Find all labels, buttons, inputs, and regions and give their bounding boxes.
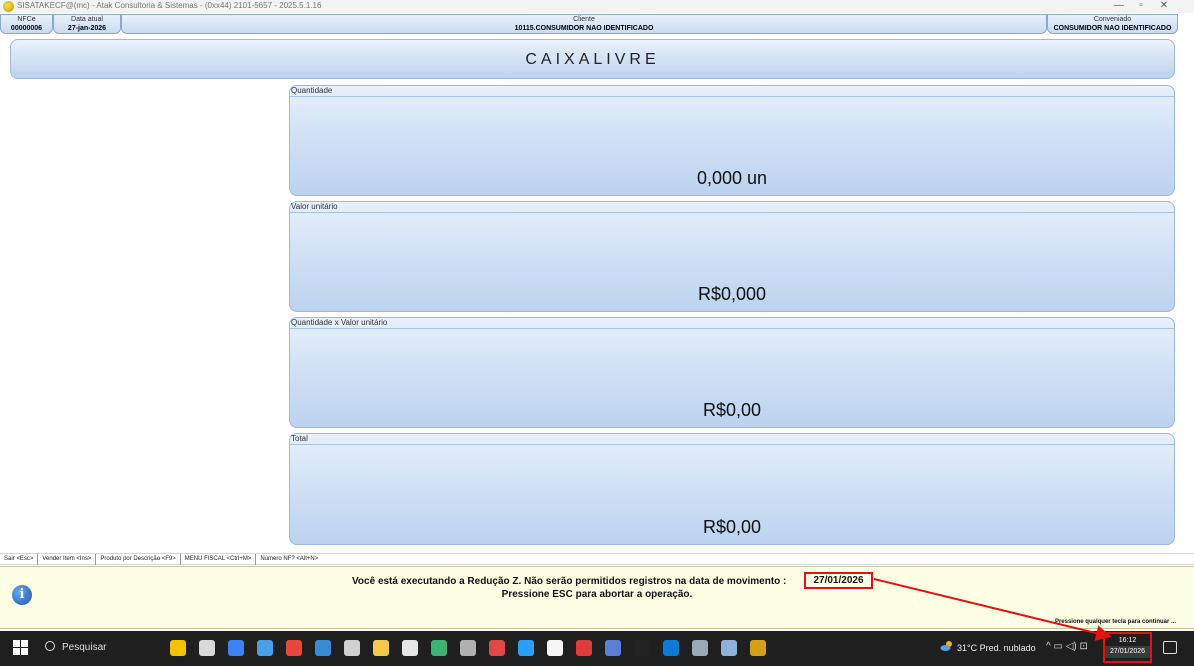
conveniado-value: CONSUMIDOR NAO IDENTIFICADO [1053, 25, 1172, 32]
taskbar-app-icon[interactable] [257, 640, 273, 656]
date-field: Data atual 27-jan-2026 [53, 14, 121, 34]
conveniado-label: Conveniado [1093, 16, 1132, 23]
taskbar-app-icon[interactable] [460, 640, 476, 656]
taskbar-app-icon[interactable] [576, 640, 592, 656]
panel-divider [290, 444, 1174, 445]
search-icon[interactable] [45, 641, 55, 651]
client-value: 10115.CONSUMIDOR NAO IDENTIFICADO [514, 25, 654, 32]
notification-icon[interactable] [1163, 641, 1177, 654]
weather-status[interactable]: 31°C Pred. nublado [957, 643, 1036, 653]
unit-price-label: Valor unitário [291, 202, 338, 211]
taskbar-app-icon[interactable] [721, 640, 737, 656]
shortcut-product-search[interactable]: Produto por Descrição <F9> [96, 554, 181, 565]
nfce-label: NFCe [17, 16, 36, 23]
taskbar-app-icon[interactable] [286, 640, 302, 656]
date-value: 27-jan-2026 [67, 25, 107, 32]
windows-start-icon[interactable] [13, 640, 29, 656]
shortcut-exit[interactable]: Sair <Esc> [0, 554, 39, 565]
conveniado-field: Conveniado CONSUMIDOR NAO IDENTIFICADO [1047, 14, 1178, 34]
weather-icon[interactable] [940, 640, 953, 652]
message-line-1: Você está executando a Redução Z. Não se… [352, 576, 787, 587]
client-field: Cliente 10115.CONSUMIDOR NAO IDENTIFICAD… [121, 14, 1047, 34]
message-area: i Você está executando a Redução Z. Não … [0, 566, 1194, 629]
taskbar-app-icon[interactable] [199, 640, 215, 656]
taskbar-search-input[interactable]: Pesquisar [62, 642, 106, 653]
taskbar-app-icon[interactable] [170, 640, 186, 656]
shortcut-bar: Sair <Esc> Vender Item <Ins> Produto por D… [0, 553, 1194, 565]
taskbar-app-icon[interactable] [489, 640, 505, 656]
taskbar-app-icon[interactable] [315, 640, 331, 656]
maximize-button[interactable]: ▫ [1130, 0, 1152, 13]
taskbar-app-icon[interactable] [663, 640, 679, 656]
taskbar-app-icon[interactable] [228, 640, 244, 656]
panel-divider [290, 212, 1174, 213]
panel-divider [290, 96, 1174, 97]
date-label: Data atual [71, 16, 103, 23]
taskbar-app-icon[interactable] [373, 640, 389, 656]
taskbar-app-icon[interactable] [750, 640, 766, 656]
nfce-field: NFCe 00000006 [0, 14, 53, 34]
title-bar: SISATAKECF@(mc) - Atak Consultoria & Sis… [0, 0, 1194, 13]
taskbar-app-icon[interactable] [402, 640, 418, 656]
taskbar-app-icon[interactable] [344, 640, 360, 656]
system-tray-icons[interactable]: ^ ▭ ◁) ⊡ [1046, 641, 1088, 652]
window-title: SISATAKECF@(mc) - Atak Consultoria & Sis… [17, 1, 322, 10]
clock-date: 27/01/2026 [1105, 646, 1150, 658]
client-label: Cliente [573, 16, 595, 23]
total-label: Total [291, 434, 308, 443]
nfce-value: 00000006 [10, 25, 43, 32]
subtotal-label: Quantidade x Valor unitário [291, 318, 388, 327]
taskbar-app-icon[interactable] [605, 640, 621, 656]
continue-prompt: Pressione qualquer tecla para continuar … [1054, 619, 1176, 625]
taskbar: Pesquisar 31°C Pred. nublado ^ ▭ ◁) ⊡ 16… [0, 631, 1194, 666]
shortcut-fiscal-menu[interactable]: MENU FISCAL <Ctrl+M> [181, 554, 257, 565]
subtotal-panel: Quantidade x Valor unitário R$0,00 [289, 317, 1175, 428]
close-button[interactable]: ✕ [1153, 0, 1175, 13]
taskbar-app-icon[interactable] [634, 640, 650, 656]
quantity-panel: Quantidade 0,000 un [289, 85, 1175, 196]
taskbar-app-icon[interactable] [431, 640, 447, 656]
taskbar-clock[interactable]: 16:12 27/01/2026 [1103, 632, 1152, 663]
total-value: R$0,00 [702, 517, 762, 537]
app-icon [3, 1, 14, 12]
message-line-2: Pressione ESC para abortar a operação. [501, 589, 693, 600]
message-date-highlight: 27/01/2026 [804, 572, 873, 589]
clock-time: 16:12 [1118, 637, 1137, 644]
subtotal-value: R$0,00 [702, 400, 762, 420]
status-banner: CAIXALIVRE [10, 39, 1175, 79]
quantity-value: 0,000 un [696, 168, 768, 188]
panel-divider [290, 328, 1174, 329]
shortcut-nf-number[interactable]: Número NF? <Alt+N> [256, 554, 322, 565]
total-panel: Total R$0,00 [289, 433, 1175, 545]
quantity-label: Quantidade [291, 86, 333, 95]
taskbar-app-icon[interactable] [518, 640, 534, 656]
unit-price-value: R$0,000 [697, 284, 767, 304]
unit-price-panel: Valor unitário R$0,000 [289, 201, 1175, 312]
taskbar-app-icon[interactable] [547, 640, 563, 656]
taskbar-app-icon[interactable] [692, 640, 708, 656]
minimize-button[interactable]: — [1108, 0, 1130, 13]
shortcut-sell-item[interactable]: Vender Item <Ins> [38, 554, 97, 565]
